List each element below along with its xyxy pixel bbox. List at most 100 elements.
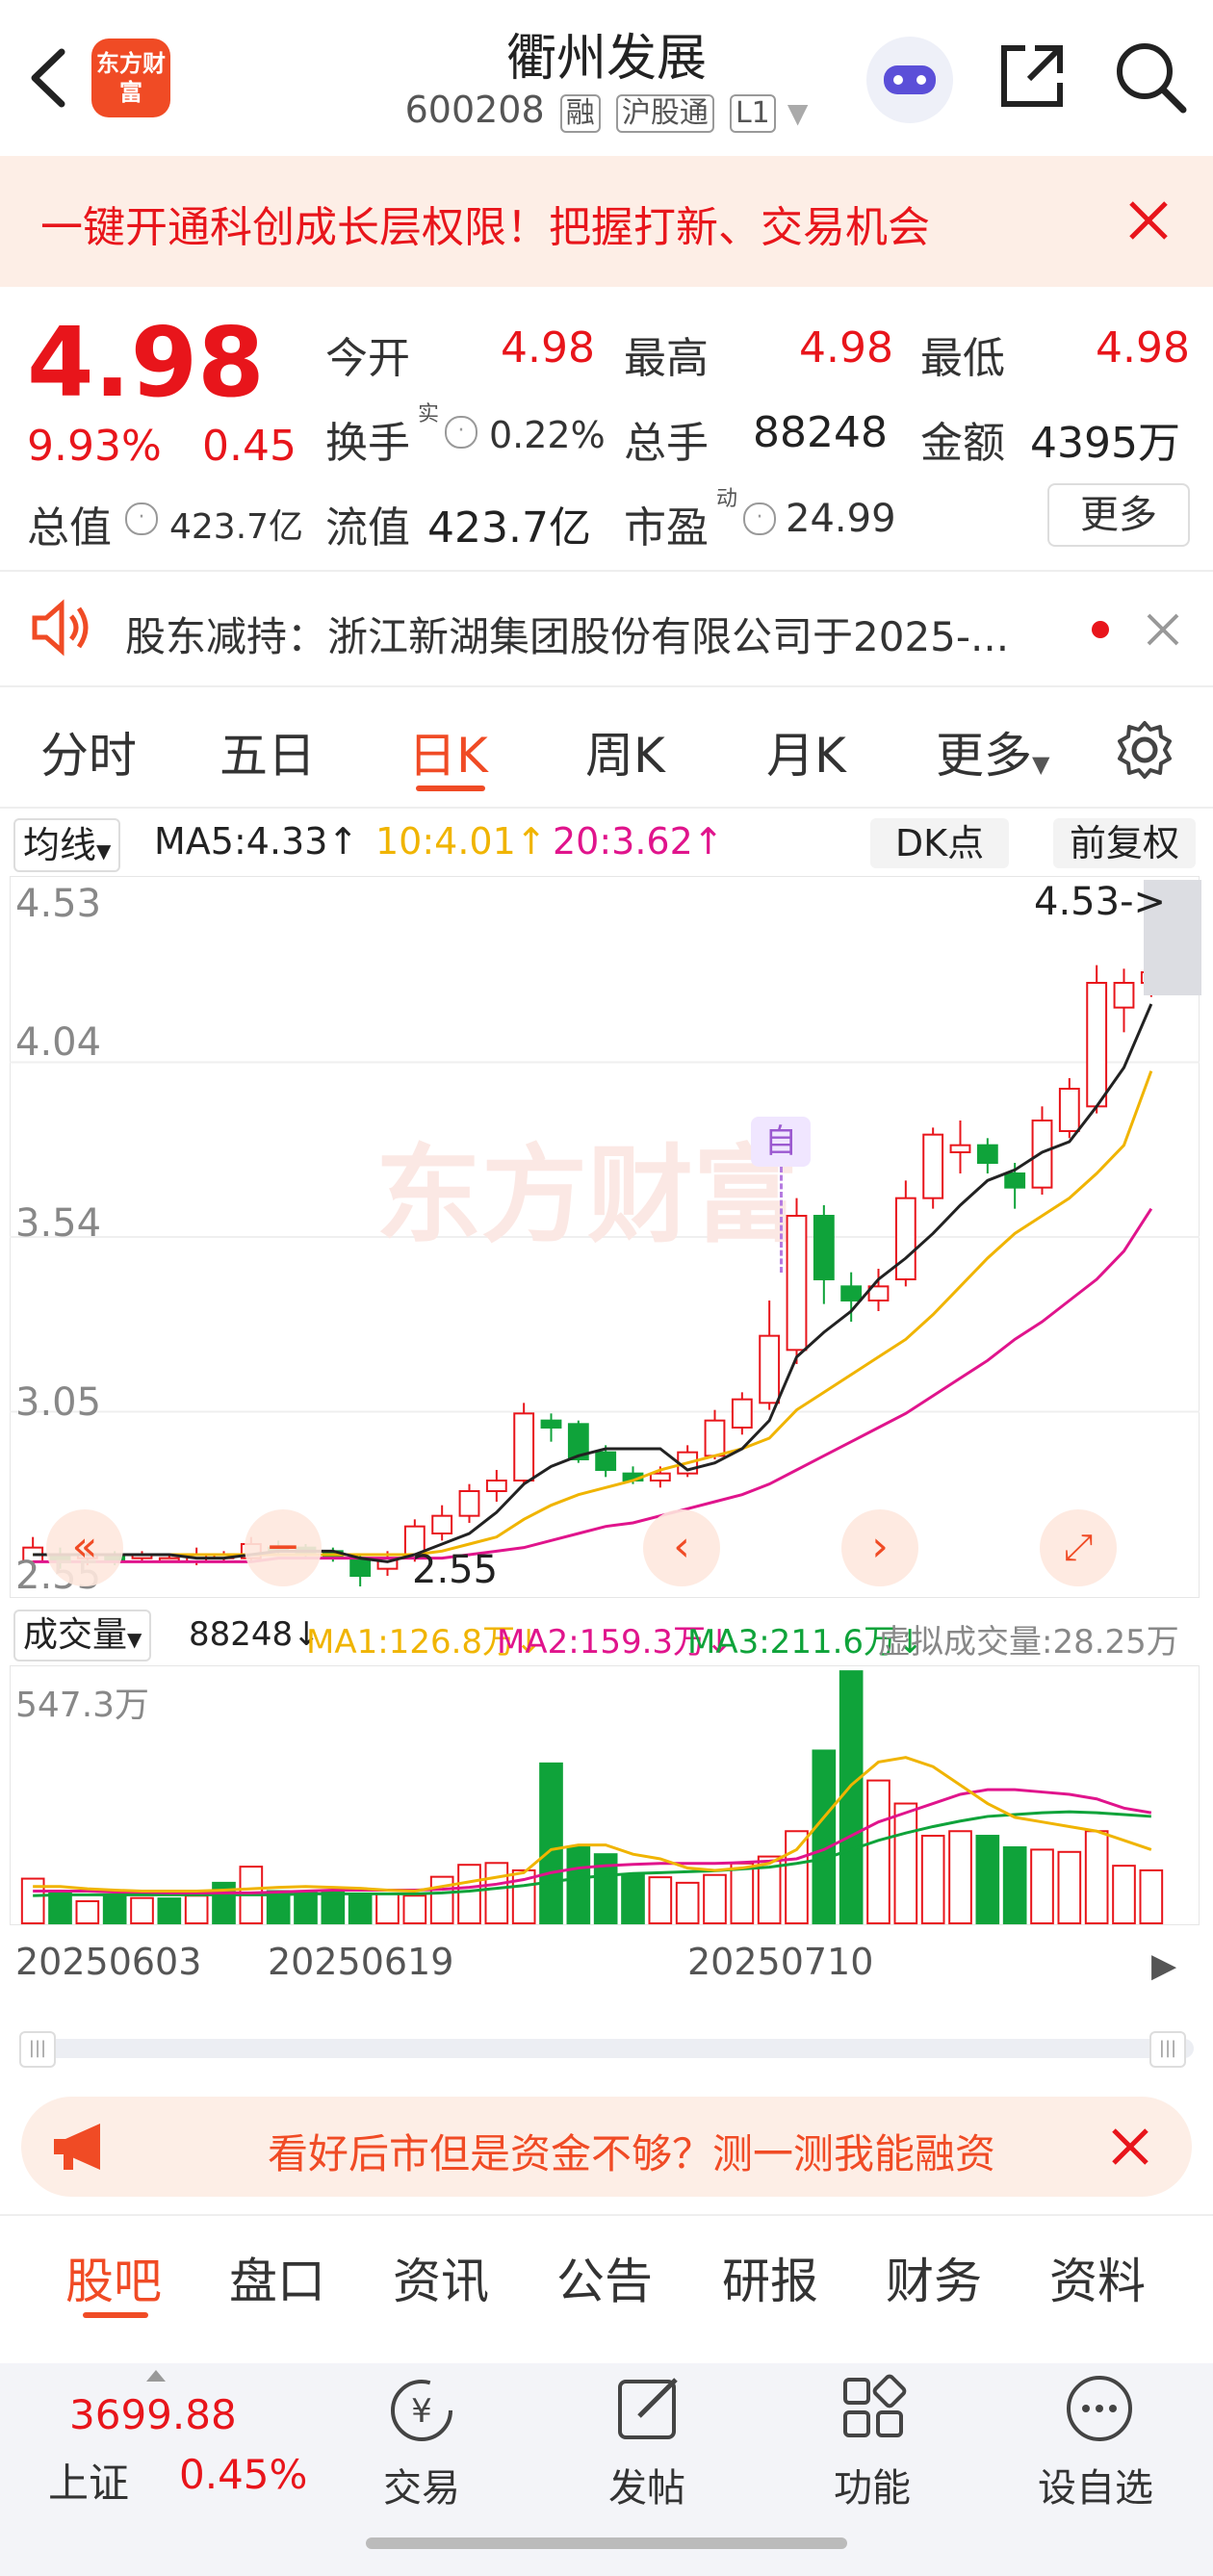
current-price: 4.98 (27, 306, 265, 419)
index-value[interactable]: 3699.88 (69, 2391, 237, 2438)
dropdown-triangle-icon: ▼ (787, 97, 809, 129)
float-value: 423.7亿 (427, 503, 591, 553)
tab-monthly-k[interactable]: 月K (766, 717, 846, 786)
candle-body (349, 1557, 372, 1578)
index-pct[interactable]: 0.45% (179, 2451, 307, 2498)
promo-banner-text[interactable]: 一键开通科创成长层权限！把握打新、交易机会 (40, 193, 930, 254)
dropdown-triangle-icon: ▼ (96, 839, 112, 863)
tab-more[interactable]: 更多▼ (936, 717, 1049, 786)
open-value: 4.98 (501, 323, 595, 373)
tab-intraday[interactable]: 分时 (40, 717, 137, 786)
range-scroller[interactable] (19, 2039, 1194, 2058)
volume-bar (839, 1670, 864, 1924)
tab-research[interactable]: 研报 (722, 2243, 818, 2312)
share-icon[interactable] (996, 40, 1068, 112)
volume-chart[interactable] (10, 1665, 1200, 1925)
post-edit-icon[interactable] (612, 2372, 685, 2445)
info-icon[interactable]: · (125, 502, 158, 535)
nav-trade-label[interactable]: 交易 (383, 2457, 460, 2512)
top-header: 东方财富 衢州发展 600208 融 沪股通 L1 ▼ (0, 0, 1213, 154)
volume-bar (375, 1893, 400, 1924)
fullscreen-icon[interactable]: ⤢ (1040, 1509, 1117, 1586)
functions-grid-icon[interactable] (838, 2372, 911, 2445)
tab-five-day[interactable]: 五日 (219, 717, 316, 786)
unread-dot (1092, 621, 1109, 638)
more-dots-icon[interactable] (1063, 2372, 1136, 2445)
nav-post-label[interactable]: 发帖 (608, 2457, 685, 2512)
tab-weekly-k[interactable]: 周K (585, 717, 665, 786)
close-icon[interactable] (1111, 2127, 1149, 2166)
close-icon[interactable] (1128, 200, 1169, 241)
candle-body (649, 1472, 671, 1482)
more-button[interactable]: 更多 (1047, 483, 1190, 547)
info-icon[interactable]: · (445, 416, 477, 449)
nav-watchlist-label[interactable]: 设自选 (1038, 2457, 1153, 2512)
volume-selector[interactable]: 成交量▼ (13, 1610, 152, 1662)
candle-body (1031, 1120, 1053, 1189)
high-value: 4.98 (799, 323, 893, 373)
volume-bar (539, 1762, 563, 1924)
dk-point-button[interactable]: DK点 (870, 818, 1009, 868)
tab-underline (416, 786, 485, 791)
scroller-left-handle[interactable]: ||| (19, 2031, 56, 2068)
adjust-button[interactable]: 前复权 (1053, 818, 1196, 868)
gear-icon[interactable] (1113, 718, 1176, 782)
tab-forum[interactable]: 股吧 (65, 2243, 162, 2312)
candle-body (1113, 982, 1135, 1009)
trade-yen-icon[interactable]: ¥ (385, 2374, 458, 2447)
volume-bar (1112, 1865, 1136, 1924)
kline-chart[interactable]: 东方财富 (10, 876, 1200, 1598)
ma-selector[interactable]: 均线▼ (13, 818, 121, 872)
turnover-value: 0.22% (489, 414, 606, 456)
app-logo: 东方财富 (91, 39, 170, 117)
scroller-right-handle[interactable]: ||| (1149, 2031, 1186, 2068)
stock-code-row[interactable]: 600208 融 沪股通 L1 ▼ (404, 89, 809, 133)
volume-bar (866, 1779, 890, 1924)
watermark-text: 东方财富 (375, 1134, 799, 1257)
rewind-button[interactable]: « (46, 1509, 123, 1586)
nav-functions-label[interactable]: 功能 (834, 2457, 911, 2512)
play-icon[interactable]: ▶ (1151, 1946, 1176, 1985)
turnover-label: 换手 (325, 419, 410, 468)
tab-announcements[interactable]: 公告 (556, 2243, 653, 2312)
tag-margin: 融 (559, 94, 601, 133)
margin-promo-text[interactable]: 看好后市但是资金不够？测一测我能融资 (268, 2122, 995, 2180)
divider (0, 570, 1213, 572)
search-icon[interactable] (1112, 39, 1189, 116)
index-name[interactable]: 上证 (48, 2451, 129, 2510)
volume-bar (402, 1894, 427, 1924)
divider (0, 685, 1213, 687)
tab-profile[interactable]: 资料 (1049, 2243, 1146, 2312)
volume-bar (920, 1835, 945, 1924)
next-button[interactable]: › (841, 1509, 918, 1586)
close-icon[interactable] (1146, 612, 1180, 647)
volume-bar (348, 1893, 373, 1924)
back-icon[interactable] (27, 46, 69, 110)
ma20-readout: 20:3.62↑ (553, 820, 724, 863)
info-icon[interactable]: · (743, 502, 776, 535)
tab-orderbook[interactable]: 盘口 (229, 2243, 325, 2312)
amount-label: 金额 (920, 419, 1005, 468)
stock-code: 600208 (404, 89, 545, 131)
notice-text[interactable]: 股东减持：浙江新湖集团股份有限公司于2025-... (125, 605, 1009, 663)
tab-news[interactable]: 资讯 (393, 2243, 489, 2312)
change-amount: 0.45 (202, 422, 297, 471)
volume-bar (1057, 1850, 1082, 1924)
candle-body (731, 1398, 753, 1430)
tag-level: L1 (729, 94, 776, 133)
robot-avatar-icon[interactable] (866, 37, 953, 123)
volume-value: 88248 (753, 408, 888, 457)
high-marker: 4.53-> (1034, 880, 1167, 924)
candle-body (704, 1419, 726, 1457)
amount-value: 4395万 (1030, 419, 1180, 468)
tab-daily-k[interactable]: 日K (408, 717, 488, 786)
zoom-out-button[interactable]: − (245, 1509, 322, 1586)
price-tick-label: 3.05 (15, 1380, 102, 1425)
tab-finance[interactable]: 财务 (886, 2243, 982, 2312)
speaker-icon (32, 599, 89, 657)
self-select-marker[interactable]: 自 (751, 1117, 811, 1167)
candle-body (786, 1215, 808, 1352)
open-label: 今开 (325, 334, 410, 383)
prev-button[interactable]: ‹ (643, 1509, 720, 1586)
volume-bar (975, 1835, 1000, 1924)
